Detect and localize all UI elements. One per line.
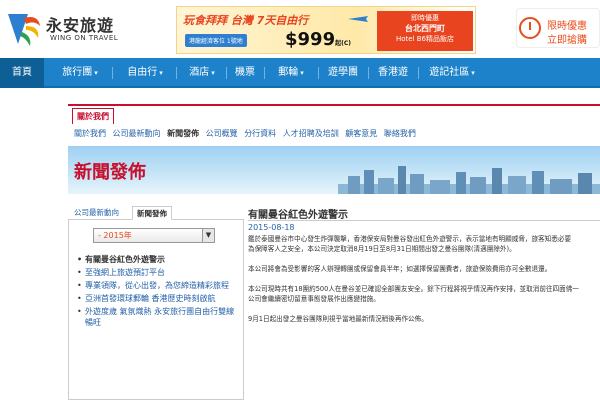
- banner-badge: 港龍經濟客位 1號地: [185, 34, 247, 47]
- chevron-down-icon: ▾: [211, 69, 215, 77]
- article-body: 鑑於泰國曼谷市中心發生炸彈襲擊，香港保安局對曼谷發出紅色外遊警示，表示當地有明顯…: [248, 234, 600, 334]
- article-paragraph: 本公司現時共有18團約500人在曼谷並已確認全部團友安全。餘下行程將視乎情況再作…: [248, 285, 579, 303]
- nav-divider: [264, 67, 265, 79]
- article: 有關曼谷紅色外遊警示 2015-08-18 鑑於泰國曼谷市中心發生炸彈襲擊，香港…: [248, 204, 600, 400]
- link-about-us[interactable]: 關於我們: [74, 129, 106, 138]
- about-us-section: 關於我們 關於我們 公司最新動向 新聞發佈 公司概覽 分行資料 人才招聘及培訓 …: [68, 104, 600, 142]
- nav-divider: [418, 67, 419, 79]
- article-paragraph: 9月1日起出發之曼谷團隊則視乎當地最新情況稍後再作公佈。: [248, 315, 428, 323]
- banner-slogan: 玩食拜拜 台灣 7天自由行: [183, 14, 309, 27]
- list-item[interactable]: 至強網上旅遊預訂平台: [77, 267, 241, 278]
- nav-travel-community[interactable]: 遊記社區 ▾: [420, 58, 484, 88]
- news-sidebar: 公司最新動向 新聞發佈 - 2015年 ▼ 有關曼谷紅色外遊警示 至強網上旅遊預…: [68, 204, 244, 400]
- promo-banner[interactable]: 玩食拜拜 台灣 7天自由行 港龍經濟客位 1號地 $999起(C) 即時優惠 台…: [176, 6, 476, 54]
- tab-company-news[interactable]: 公司最新動向: [70, 206, 123, 220]
- article-date: 2015-08-18: [248, 223, 295, 232]
- article-paragraph: 本公司將會為受影響的客人辦理轉團或保留會員半年；如選擇保留團費者，旅遊保險費用亦…: [248, 265, 552, 273]
- list-item[interactable]: 亞洲首發環球郵輪 香港歷史時刻啟航: [77, 293, 241, 304]
- nav-divider: [176, 67, 177, 79]
- page-title: 新聞發佈: [74, 162, 146, 183]
- link-company-news[interactable]: 公司最新動向: [113, 129, 161, 138]
- nav-cruises[interactable]: 郵輪 ▾: [266, 58, 316, 88]
- chevron-down-icon: ▼: [202, 229, 214, 242]
- nav-hotels[interactable]: 酒店 ▾: [178, 58, 226, 88]
- list-item[interactable]: 有關曼谷紅色外遊警示: [77, 254, 241, 265]
- divider: [248, 220, 600, 221]
- link-press-releases[interactable]: 新聞發佈: [167, 129, 199, 138]
- link-contact-us[interactable]: 聯絡我們: [384, 129, 416, 138]
- nav-flights[interactable]: 機票: [228, 58, 262, 88]
- main-nav: 首頁 旅行團 ▾ 自由行 ▾ 酒店 ▾ 機票 郵輪 ▾ 遊學團 香港遊 遊記社區 ▾: [0, 58, 600, 88]
- nav-divider: [368, 67, 369, 79]
- press-release-list: 有關曼谷紅色外遊警示 至強網上旅遊預訂平台 專業領隊，從心出發，為您締造精彩旅程…: [77, 254, 241, 330]
- list-item[interactable]: 外遊度歲 氣氛熾熱 永安旅行團自由行雙線暢旺: [77, 306, 241, 328]
- article-title: 有關曼谷紅色外遊警示: [248, 210, 348, 221]
- wing-on-logo-icon: [8, 14, 40, 46]
- site-logo[interactable]: 永安旅遊 WING ON TRAVEL: [4, 8, 124, 48]
- chevron-down-icon: ▾: [300, 69, 304, 77]
- banner-price: $999起(C): [285, 29, 351, 50]
- nav-divider: [318, 67, 319, 79]
- sidebar-tabs: 公司最新動向 新聞發佈: [68, 204, 244, 220]
- nav-free-travel[interactable]: 自由行 ▾: [114, 58, 176, 88]
- chevron-down-icon: ▾: [159, 69, 163, 77]
- tab-press-releases[interactable]: 新聞發佈: [132, 206, 172, 220]
- logo-name-en: WING ON TRAVEL: [50, 34, 119, 42]
- article-paragraph: 鑑於泰國曼谷市中心發生炸彈襲擊，香港保安局對曼谷發出紅色外遊警示，表示當地有明顯…: [248, 235, 572, 253]
- link-company-overview[interactable]: 公司概覽: [206, 129, 238, 138]
- page-hero-banner: 新聞發佈: [68, 146, 600, 194]
- airplane-icon: [348, 16, 368, 22]
- banner-hotel-offer: 即時優惠 台北西門町 Hotel B6精品飯店: [377, 11, 473, 51]
- city-skyline-illustration: [338, 166, 600, 194]
- site-header: 永安旅遊 WING ON TRAVEL 玩食拜拜 台灣 7天自由行 港龍經濟客位…: [0, 0, 600, 56]
- list-item[interactable]: 專業領隊，從心出發，為您締造精彩旅程: [77, 280, 241, 291]
- about-us-tab[interactable]: 關於我們: [72, 108, 114, 124]
- nav-divider: [112, 67, 113, 79]
- link-branches[interactable]: 分行資料: [244, 129, 276, 138]
- nav-study-tours[interactable]: 遊學團: [320, 58, 366, 88]
- clock-icon: [519, 17, 541, 39]
- chevron-down-icon: ▾: [94, 69, 98, 77]
- nav-tours[interactable]: 旅行團 ▾: [48, 58, 112, 88]
- flash-sale-line2: 立即搶購: [547, 35, 587, 46]
- nav-hk-tours[interactable]: 香港遊: [370, 58, 416, 88]
- chevron-down-icon: ▾: [471, 69, 475, 77]
- flash-sale-promo[interactable]: 限時優惠 立即搶購: [516, 8, 600, 48]
- year-select-value: - 2015年: [98, 231, 132, 240]
- link-careers[interactable]: 人才招聘及培訓: [283, 129, 339, 138]
- logo-name-cn: 永安旅遊: [46, 16, 115, 35]
- nav-home[interactable]: 首頁: [0, 58, 44, 88]
- nav-divider: [226, 67, 227, 79]
- flash-sale-line1: 限時優惠: [547, 21, 587, 32]
- year-select[interactable]: - 2015年 ▼: [93, 228, 215, 243]
- sidebar-panel: - 2015年 ▼ 有關曼谷紅色外遊警示 至強網上旅遊預訂平台 專業領隊，從心出…: [68, 220, 244, 400]
- about-us-links: 關於我們 公司最新動向 新聞發佈 公司概覽 分行資料 人才招聘及培訓 顧客意見 …: [74, 128, 420, 139]
- link-feedback[interactable]: 顧客意見: [345, 129, 377, 138]
